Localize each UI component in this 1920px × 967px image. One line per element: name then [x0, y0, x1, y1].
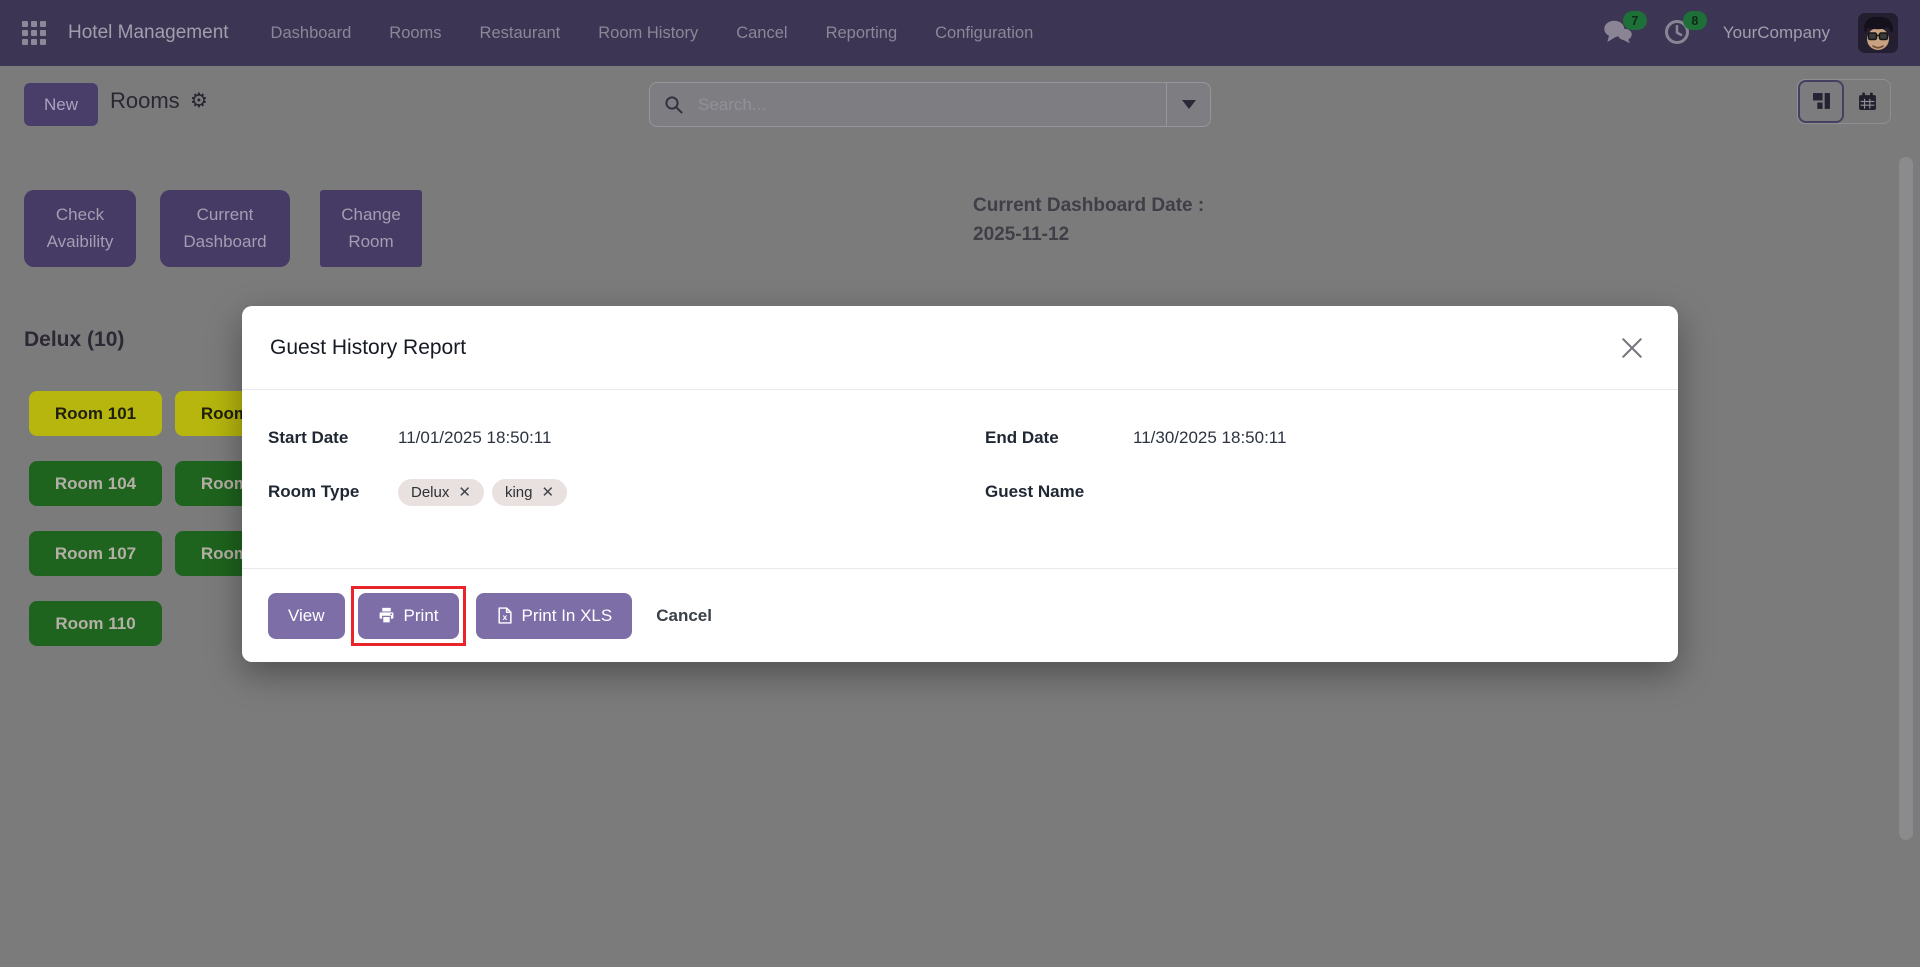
dashboard-date-label: Current Dashboard Date :	[973, 192, 1204, 221]
tag-king-label: king	[505, 484, 533, 501]
app-title[interactable]: Hotel Management	[68, 22, 229, 44]
print-in-xls-button[interactable]: x Print In XLS	[476, 593, 633, 639]
chevron-down-icon	[1182, 100, 1196, 109]
room-104-button[interactable]: Room 104	[29, 461, 162, 506]
search-input[interactable]	[698, 95, 1166, 115]
change-room-button[interactable]: Change Room	[320, 190, 422, 267]
room-type-label: Room Type	[268, 482, 398, 502]
messages-button[interactable]: 7	[1603, 18, 1635, 48]
menu-cancel[interactable]: Cancel	[736, 24, 787, 43]
cancel-button[interactable]: Cancel	[656, 606, 712, 626]
room-type-section-title: Delux (10)	[24, 328, 124, 352]
main-menu: Dashboard Rooms Restaurant Room History …	[271, 24, 1034, 43]
printer-icon	[378, 607, 395, 624]
end-date-field: End Date 11/30/2025 18:50:11	[960, 422, 1652, 454]
end-date-label: End Date	[985, 428, 1133, 448]
view-button[interactable]: View	[268, 593, 345, 639]
menu-dashboard[interactable]: Dashboard	[271, 24, 352, 43]
dialog-title: Guest History Report	[270, 336, 466, 360]
dialog-header: Guest History Report	[242, 306, 1678, 390]
menu-reporting[interactable]: Reporting	[826, 24, 898, 43]
avatar-image	[1858, 13, 1898, 53]
vertical-scrollbar[interactable]	[1899, 157, 1913, 840]
dialog-body: Start Date 11/01/2025 18:50:11 End Date …	[242, 390, 1678, 508]
tag-delux[interactable]: Delux ✕	[398, 479, 484, 506]
tag-king-remove-icon[interactable]: ✕	[541, 485, 554, 500]
company-switcher[interactable]: YourCompany	[1723, 23, 1830, 43]
room-101-button[interactable]: Room 101	[29, 391, 162, 436]
menu-restaurant[interactable]: Restaurant	[480, 24, 561, 43]
tag-delux-remove-icon[interactable]: ✕	[458, 485, 471, 500]
messages-count-badge: 7	[1623, 11, 1647, 30]
tag-delux-label: Delux	[411, 484, 449, 501]
room-107-button[interactable]: Room 107	[29, 531, 162, 576]
svg-text:x: x	[502, 612, 507, 622]
start-date-field: Start Date 11/01/2025 18:50:11	[268, 422, 960, 454]
guest-name-label: Guest Name	[985, 482, 1133, 502]
close-icon	[1620, 336, 1644, 360]
calendar-view-button[interactable]	[1844, 80, 1890, 123]
room-110-button[interactable]: Room 110	[29, 601, 162, 646]
menu-configuration[interactable]: Configuration	[935, 24, 1033, 43]
print-button-label: Print	[404, 606, 439, 626]
print-button[interactable]: Print	[358, 593, 459, 639]
user-avatar[interactable]	[1858, 13, 1898, 53]
activities-button[interactable]: 8	[1663, 18, 1695, 48]
calendar-icon	[1858, 92, 1877, 111]
print-in-xls-button-label: Print In XLS	[522, 606, 613, 626]
guest-name-field: Guest Name	[960, 476, 1652, 508]
kanban-icon	[1812, 92, 1831, 111]
guest-history-report-dialog: Guest History Report Start Date 11/01/20…	[242, 306, 1678, 662]
search-icon	[650, 95, 698, 115]
xls-file-icon: x	[496, 607, 513, 624]
activities-count-badge: 8	[1683, 11, 1707, 30]
view-button-label: View	[288, 606, 325, 626]
start-date-label: Start Date	[268, 428, 398, 448]
start-date-value[interactable]: 11/01/2025 18:50:11	[398, 428, 551, 448]
app-screen: Hotel Management Dashboard Rooms Restaur…	[0, 0, 1920, 967]
menu-room-history[interactable]: Room History	[598, 24, 698, 43]
gear-icon[interactable]: ⚙	[190, 88, 208, 112]
dashboard-date-value: 2025-11-12	[973, 221, 1204, 250]
print-button-highlight: Print	[351, 586, 466, 646]
top-navbar: Hotel Management Dashboard Rooms Restaur…	[0, 0, 1920, 66]
tag-king[interactable]: king ✕	[492, 479, 567, 506]
current-dashboard-date: Current Dashboard Date : 2025-11-12	[973, 192, 1204, 249]
check-availability-button[interactable]: Check Avaibility	[24, 190, 136, 267]
room-type-tags[interactable]: Delux ✕ king ✕	[398, 479, 567, 506]
apps-menu-icon[interactable]	[22, 21, 46, 45]
current-dashboard-button[interactable]: Current Dashboard	[160, 190, 290, 267]
menu-rooms[interactable]: Rooms	[389, 24, 441, 43]
navbar-systray: 7 8 YourCompany	[1603, 13, 1898, 53]
end-date-value[interactable]: 11/30/2025 18:50:11	[1133, 428, 1286, 448]
room-type-field: Room Type Delux ✕ king ✕	[268, 476, 960, 508]
close-button[interactable]	[1614, 330, 1650, 366]
kanban-view-button[interactable]	[1798, 80, 1844, 123]
search-bar	[649, 82, 1211, 127]
dialog-footer: View Print x	[242, 568, 1678, 662]
new-button[interactable]: New	[24, 83, 98, 126]
view-switcher	[1797, 79, 1891, 124]
breadcrumb: Rooms	[110, 88, 180, 114]
search-filters-toggle[interactable]	[1166, 83, 1210, 126]
